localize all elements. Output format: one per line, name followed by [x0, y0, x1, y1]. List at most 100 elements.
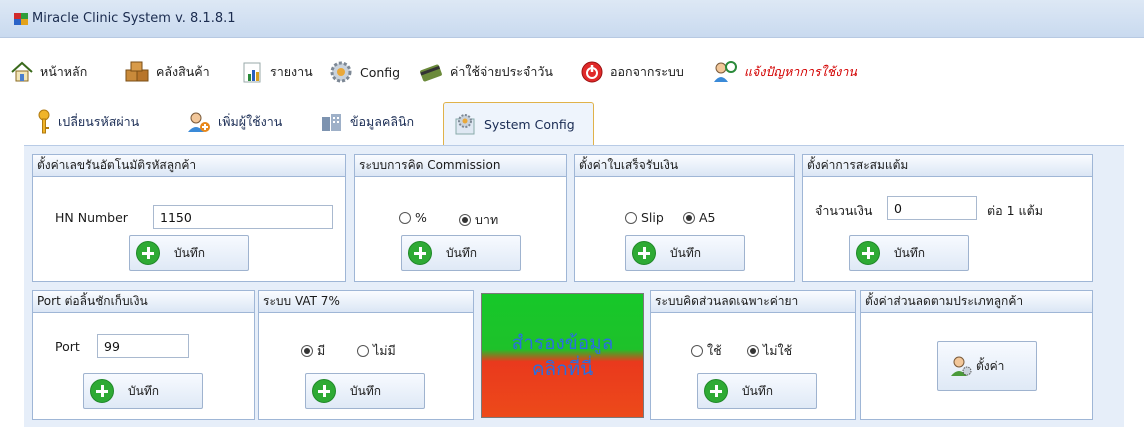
vat-save-button[interactable]: บันทึก: [305, 373, 425, 409]
menu-logout[interactable]: ออกจากระบบ: [580, 60, 684, 84]
card-icon: [420, 64, 442, 82]
menu-report-problem-label: แจ้งปัญหาการใช้งาน: [744, 64, 857, 79]
menu-inventory[interactable]: คลังสินค้า: [124, 60, 210, 84]
port-panel-title: Port ต่อลิ้นชักเก็บเงิน: [33, 291, 254, 313]
commission-percent-radio[interactable]: %: [399, 210, 427, 225]
tab-clinic-info[interactable]: ข้อมูลคลินิก: [312, 102, 422, 142]
commission-percent-label: %: [415, 210, 427, 225]
receipt-panel-title: ตั้งค่าใบเสร็จรับเงิน: [575, 155, 794, 177]
commission-panel: ระบบการคิด Commission % บาท บันทึก: [354, 154, 567, 282]
hn-save-button-label: บันทึก: [174, 245, 205, 260]
receipt-a5-radio[interactable]: A5: [683, 210, 716, 225]
vat-save-button-label: บันทึก: [350, 383, 381, 398]
receipt-save-button[interactable]: บันทึก: [625, 235, 745, 271]
radio-indicator: [301, 345, 313, 357]
hn-number-panel-title: ตั้งค่าเลขรันอัตโนมัติรหัสลูกค้า: [33, 155, 345, 177]
commission-baht-radio[interactable]: บาท: [459, 210, 498, 230]
plus-icon: [408, 241, 432, 265]
chart-icon: [243, 62, 261, 83]
user-help-icon: [714, 61, 737, 82]
item-discount-save-button-label: บันทึก: [742, 383, 773, 398]
title-bar: Miracle Clinic System v. 8.1.8.1: [0, 0, 1144, 38]
tab-system-config-label: System Config: [484, 117, 575, 132]
backup-line2: คลิกที่นี่: [531, 357, 594, 380]
tab-change-password[interactable]: เปลี่ยนรหัสผ่าน: [28, 102, 147, 142]
item-discount-use-radio[interactable]: ใช้: [691, 341, 722, 361]
menu-daily-expense[interactable]: ค่าใช้จ่ายประจำวัน: [418, 60, 553, 84]
menu-report-problem[interactable]: แจ้งปัญหาการใช้งาน: [712, 60, 857, 84]
port-panel: Port ต่อลิ้นชักเก็บเงิน Port บันทึก: [32, 290, 255, 420]
main-menu: หน้าหลัก คลังสินค้า รายงาน Config ค่าใช้…: [0, 38, 1144, 92]
port-label: Port: [55, 339, 80, 354]
hn-save-button[interactable]: บันทึก: [129, 235, 249, 271]
customer-discount-settings-label: ตั้งค่า: [976, 358, 1005, 373]
hn-number-label: HN Number: [55, 210, 128, 225]
plus-icon: [704, 379, 728, 403]
vat-no-label: ไม่มี: [373, 343, 396, 358]
plus-icon: [312, 379, 336, 403]
config-icon: [455, 113, 475, 134]
boxes-icon: [125, 61, 149, 82]
app-logo-icon: [14, 13, 28, 25]
menu-config[interactable]: Config: [328, 60, 400, 84]
gear-icon: [330, 61, 352, 83]
receipt-slip-label: Slip: [641, 210, 664, 225]
item-discount-save-button[interactable]: บันทึก: [697, 373, 817, 409]
radio-indicator: [625, 211, 637, 224]
vat-yes-radio[interactable]: มี: [301, 341, 325, 361]
hn-number-input[interactable]: [153, 205, 333, 229]
plus-icon: [136, 241, 160, 265]
port-save-button[interactable]: บันทึก: [83, 373, 203, 409]
radio-indicator: [459, 214, 471, 226]
points-panel-title: ตั้งค่าการสะสมแต้ม: [803, 155, 1092, 177]
receipt-a5-label: A5: [699, 210, 716, 225]
customer-discount-settings-button[interactable]: ตั้งค่า: [937, 341, 1037, 391]
plus-icon: [90, 379, 114, 403]
menu-home-label: หน้าหลัก: [40, 64, 88, 79]
receipt-save-button-label: บันทึก: [670, 245, 701, 260]
points-per-label: ต่อ 1 แต้ม: [987, 203, 1043, 218]
vat-yes-label: มี: [317, 343, 326, 358]
item-discount-not-use-radio[interactable]: ไม่ใช้: [747, 341, 792, 361]
commission-panel-title: ระบบการคิด Commission: [355, 155, 566, 177]
menu-reports-label: รายงาน: [270, 64, 313, 79]
customer-discount-panel-title: ตั้งค่าส่วนลดตามประเภทลูกค้า: [861, 291, 1092, 313]
plus-icon: [632, 241, 656, 265]
vat-panel-title: ระบบ VAT 7%: [259, 291, 473, 313]
receipt-panel: ตั้งค่าใบเสร็จรับเงิน Slip A5 บันทึก: [574, 154, 795, 282]
points-save-button[interactable]: บันทึก: [849, 235, 969, 271]
points-amount-label: จำนวนเงิน: [815, 203, 873, 218]
commission-baht-label: บาท: [475, 212, 499, 227]
key-icon: [38, 109, 50, 134]
tab-clinic-info-label: ข้อมูลคลินิก: [350, 114, 415, 129]
item-discount-not-use-label: ไม่ใช้: [763, 343, 793, 358]
points-amount-input[interactable]: [887, 196, 977, 220]
menu-daily-expense-label: ค่าใช้จ่ายประจำวัน: [450, 64, 553, 79]
commission-save-button-label: บันทึก: [446, 245, 477, 260]
radio-indicator: [683, 211, 695, 224]
tab-system-config[interactable]: System Config: [443, 102, 594, 146]
backup-line1: สำรองข้อมูล: [511, 331, 614, 354]
points-panel: ตั้งค่าการสะสมแต้ม จำนวนเงิน ต่อ 1 แต้ม …: [802, 154, 1093, 282]
radio-indicator: [357, 345, 369, 357]
receipt-slip-radio[interactable]: Slip: [625, 210, 664, 225]
vat-panel: ระบบ VAT 7% มี ไม่มี บันทึก: [258, 290, 474, 420]
tab-bar: เปลี่ยนรหัสผ่าน เพิ่มผู้ใช้งาน ข้อมูลคลิ…: [0, 96, 1144, 146]
add-user-icon: [188, 112, 210, 132]
vat-no-radio[interactable]: ไม่มี: [357, 341, 396, 361]
tab-change-password-label: เปลี่ยนรหัสผ่าน: [58, 114, 140, 129]
port-input[interactable]: [97, 334, 189, 358]
points-save-button-label: บันทึก: [894, 245, 925, 260]
menu-reports[interactable]: รายงาน: [242, 60, 313, 84]
radio-indicator: [747, 345, 759, 357]
item-discount-panel-title: ระบบคิดส่วนลดเฉพาะค่ายา: [651, 291, 855, 313]
user-settings-icon: [951, 356, 972, 376]
backup-button[interactable]: สำรองข้อมูล คลิกที่นี่: [481, 293, 644, 418]
menu-home[interactable]: หน้าหลัก: [10, 60, 87, 84]
plus-icon: [856, 241, 880, 265]
tab-add-user-label: เพิ่มผู้ใช้งาน: [218, 114, 283, 129]
tab-add-user[interactable]: เพิ่มผู้ใช้งาน: [178, 102, 290, 142]
hn-number-panel: ตั้งค่าเลขรันอัตโนมัติรหัสลูกค้า HN Numb…: [32, 154, 346, 282]
commission-save-button[interactable]: บันทึก: [401, 235, 521, 271]
menu-config-label: Config: [360, 64, 401, 80]
